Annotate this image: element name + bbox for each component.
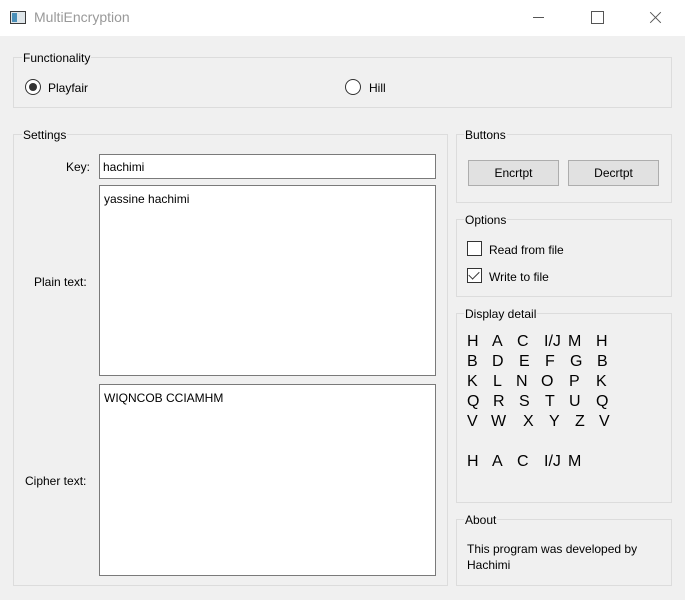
matrix-cell: X bbox=[523, 413, 534, 430]
matrix-cell: O bbox=[541, 373, 554, 390]
matrix-cell: Y bbox=[549, 413, 560, 430]
checkmark-icon bbox=[468, 268, 480, 280]
matrix-cell: R bbox=[493, 393, 505, 410]
decrypt-button[interactable]: Decrtpt bbox=[568, 160, 659, 186]
matrix-cell: D bbox=[492, 353, 504, 370]
matrix-cell: M bbox=[568, 453, 582, 470]
matrix-cell: A bbox=[492, 333, 503, 350]
settings-group-title: Settings bbox=[22, 128, 68, 142]
matrix-cell: K bbox=[596, 373, 607, 390]
window-title: MultiEncryption bbox=[34, 9, 130, 25]
matrix-cell: B bbox=[597, 353, 608, 370]
matrix-cell: M bbox=[568, 333, 582, 350]
matrix-cell: S bbox=[519, 393, 530, 410]
matrix-cell: L bbox=[493, 373, 502, 390]
plain-text-label: Plain text: bbox=[34, 275, 87, 289]
key-label: Key: bbox=[66, 160, 91, 174]
matrix-cell: P bbox=[569, 373, 580, 390]
minimize-button[interactable] bbox=[511, 0, 569, 36]
matrix-cell: I/J bbox=[544, 333, 561, 350]
read-from-file-checkbox[interactable] bbox=[467, 241, 482, 256]
matrix-cell: V bbox=[467, 413, 478, 430]
close-button[interactable] bbox=[627, 0, 685, 36]
read-from-file-label[interactable]: Read from file bbox=[489, 243, 564, 257]
write-to-file-label[interactable]: Write to file bbox=[489, 270, 549, 284]
matrix-cell: Q bbox=[596, 393, 609, 410]
playfair-radio-label[interactable]: Playfair bbox=[48, 81, 88, 95]
options-group-title: Options bbox=[464, 213, 508, 227]
matrix-cell: K bbox=[467, 373, 478, 390]
matrix-cell: F bbox=[545, 353, 555, 370]
matrix-cell: N bbox=[516, 373, 528, 390]
matrix-cell: C bbox=[517, 333, 529, 350]
playfair-radio[interactable] bbox=[25, 79, 41, 95]
app-window-icon bbox=[10, 11, 26, 24]
matrix-cell: G bbox=[570, 353, 583, 370]
matrix-cell: U bbox=[569, 393, 581, 410]
title-bar: MultiEncryption bbox=[0, 0, 685, 36]
matrix-cell: V bbox=[599, 413, 610, 430]
display-detail-group bbox=[456, 313, 672, 503]
cipher-text-area[interactable]: WIQNCOB CCIAMHM bbox=[99, 384, 436, 576]
encrypt-button[interactable]: Encrtpt bbox=[468, 160, 559, 186]
plain-text-area[interactable]: yassine hachimi bbox=[99, 185, 436, 376]
functionality-group-title: Functionality bbox=[22, 51, 92, 65]
about-text: This program was developed by Hachimi bbox=[467, 542, 638, 572]
matrix-cell: T bbox=[545, 393, 555, 410]
matrix-cell: E bbox=[519, 353, 530, 370]
about-group-title: About bbox=[464, 513, 498, 527]
matrix-cell: Z bbox=[575, 413, 585, 430]
write-to-file-checkbox[interactable] bbox=[467, 268, 482, 283]
matrix-cell: B bbox=[467, 353, 478, 370]
hill-radio[interactable] bbox=[345, 79, 361, 95]
matrix-cell: W bbox=[491, 413, 507, 430]
matrix-cell: C bbox=[517, 453, 529, 470]
functionality-group bbox=[13, 57, 672, 108]
matrix-cell: H bbox=[467, 333, 479, 350]
cipher-text-label: Cipher text: bbox=[25, 474, 87, 488]
matrix-cell: I/J bbox=[544, 453, 561, 470]
matrix-cell: Q bbox=[467, 393, 480, 410]
matrix-cell: H bbox=[467, 453, 479, 470]
hill-radio-label[interactable]: Hill bbox=[369, 81, 386, 95]
matrix-cell: A bbox=[492, 453, 503, 470]
matrix-cell: H bbox=[596, 333, 608, 350]
display-detail-group-title: Display detail bbox=[464, 307, 538, 321]
key-input[interactable]: hachimi bbox=[99, 154, 436, 179]
options-group bbox=[456, 219, 672, 297]
buttons-group-title: Buttons bbox=[464, 128, 507, 142]
maximize-button[interactable] bbox=[569, 0, 627, 36]
